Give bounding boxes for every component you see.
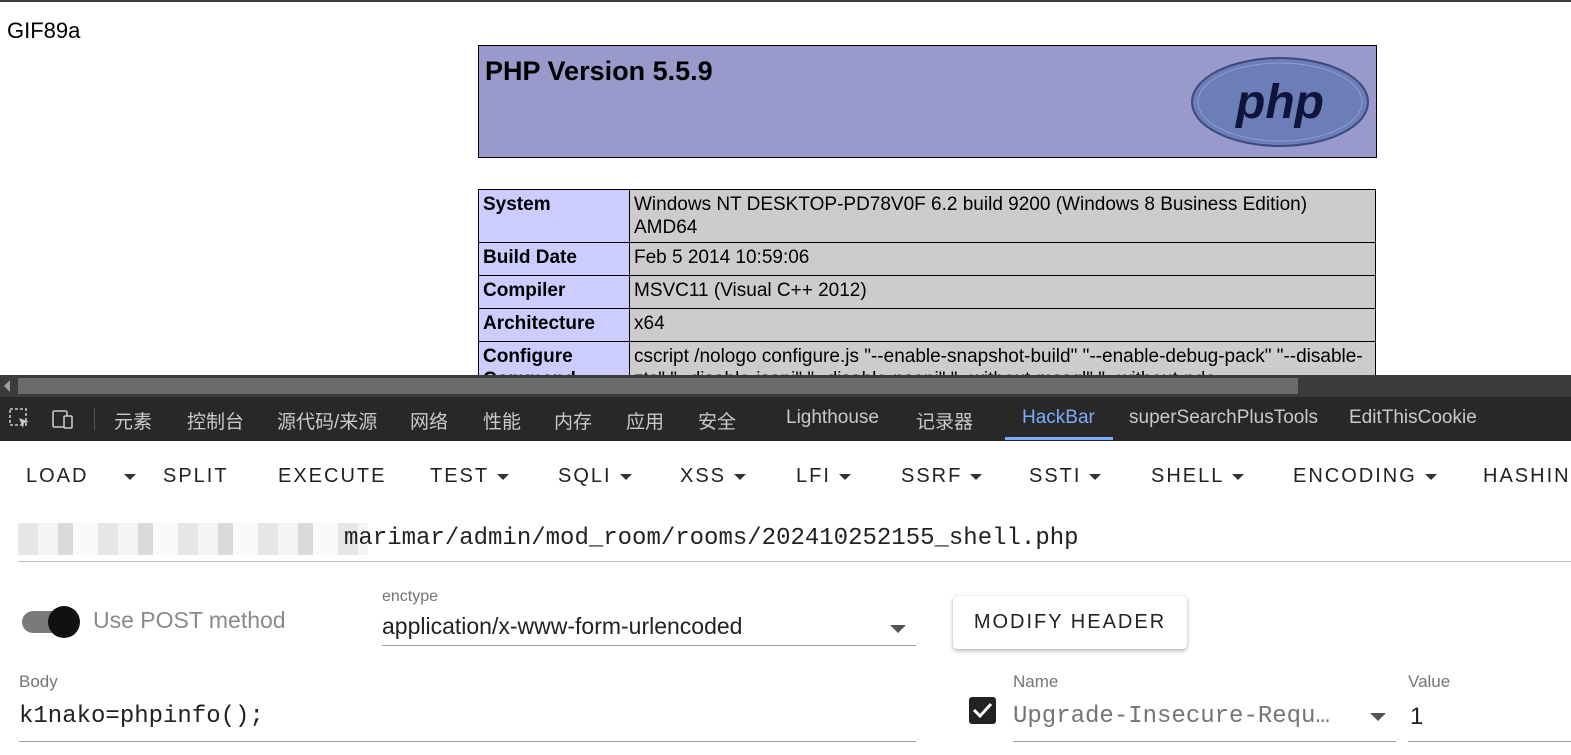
ssti-menu-button[interactable]: SSTI xyxy=(1029,465,1102,488)
devtools-tab[interactable]: HackBar xyxy=(1022,407,1095,429)
info-table-row: Architecture x64 xyxy=(478,308,1376,342)
device-toolbar-icon[interactable] xyxy=(50,407,74,431)
header-name-label: Name xyxy=(1013,672,1059,691)
info-key-cell: Configure Command xyxy=(478,341,630,375)
page-viewport: GIF89a PHP Version 5.5.9 php System Windo… xyxy=(0,0,1571,375)
chevron-down-icon xyxy=(838,473,851,480)
chevron-down-icon xyxy=(497,473,510,480)
chevron-down-icon xyxy=(619,473,632,480)
devtools-tab[interactable]: superSearchPlusTools xyxy=(1129,407,1318,429)
info-value-cell: cscript /nologo configure.js "--enable-s… xyxy=(629,341,1376,375)
modify-header-button[interactable]: MODIFY HEADER xyxy=(953,596,1187,649)
php-logo-icon: php xyxy=(1191,57,1369,147)
devtools-tab-bar: 元素 控制台 源代码/来源 网络 性能 内存 应用 安全 Lighthouse 记录器 HackBa… xyxy=(0,397,1571,441)
info-value-cell: x64 xyxy=(629,308,1376,342)
test-menu-button[interactable]: TEST xyxy=(430,465,510,488)
execute-button[interactable]: EXECUTE xyxy=(278,465,386,488)
php-version-banner: PHP Version 5.5.9 php xyxy=(478,45,1377,158)
devtools-tab[interactable]: 性能 xyxy=(483,407,521,434)
chevron-down-icon xyxy=(124,473,136,480)
info-table-row: Build Date Feb 5 2014 10:59:06 xyxy=(478,242,1376,276)
header-name-value: Upgrade-Insecure-Requ… xyxy=(1013,703,1330,730)
info-value-cell: Feb 5 2014 10:59:06 xyxy=(629,242,1376,276)
chevron-down-icon xyxy=(970,473,983,480)
shell-menu-button[interactable]: SHELL xyxy=(1151,465,1245,488)
lfi-menu-button[interactable]: LFI xyxy=(796,465,851,488)
toolbar-divider xyxy=(94,408,95,430)
dropdown-arrow-icon xyxy=(1370,713,1386,721)
devtools-tab[interactable]: Lighthouse xyxy=(786,407,879,429)
devtools-tab[interactable]: 元素 xyxy=(114,407,152,434)
enctype-label: enctype xyxy=(382,588,439,605)
header-name-select[interactable]: Upgrade-Insecure-Requ… xyxy=(1013,695,1396,742)
devtools-tab[interactable]: 源代码/来源 xyxy=(277,407,377,434)
php-info-table: System Windows NT DESKTOP-PD78V0F 6.2 bui… xyxy=(478,189,1376,375)
info-value-cell: MSVC11 (Visual C++ 2012) xyxy=(629,275,1376,309)
devtools-tab[interactable]: 网络 xyxy=(410,407,448,434)
info-key-cell: Build Date xyxy=(478,242,630,276)
post-method-label: Use POST method xyxy=(93,607,286,633)
sqli-menu-button[interactable]: SQLI xyxy=(558,465,632,488)
header-value-text: 1 xyxy=(1410,703,1424,730)
info-key-cell: Architecture xyxy=(478,308,630,342)
info-value-cell: Windows NT DESKTOP-PD78V0F 6.2 build 920… xyxy=(629,189,1376,243)
scrollbar-thumb[interactable] xyxy=(18,378,1298,394)
load-button[interactable]: LOAD xyxy=(26,465,88,488)
chevron-down-icon xyxy=(1424,473,1437,480)
devtools-tab[interactable]: 内存 xyxy=(554,407,592,434)
body-label: Body xyxy=(19,672,58,691)
scroll-left-arrow-icon[interactable] xyxy=(4,380,10,392)
enctype-select[interactable]: application/x-www-form-urlencoded xyxy=(382,609,916,646)
body-input[interactable]: k1nako=phpinfo(); xyxy=(19,695,916,742)
enctype-value: application/x-www-form-urlencoded xyxy=(382,613,743,639)
checkmark-icon xyxy=(972,702,993,719)
info-key-cell: System xyxy=(478,189,630,243)
header-enable-checkbox[interactable] xyxy=(969,697,996,724)
devtools-tab[interactable]: EditThisCookie xyxy=(1349,407,1477,429)
info-table-row: Compiler MSVC11 (Visual C++ 2012) xyxy=(478,275,1376,309)
gif-header-text: GIF89a xyxy=(7,18,81,43)
chevron-down-icon xyxy=(1232,473,1245,480)
devtools-tab[interactable]: 安全 xyxy=(698,407,736,434)
info-table-row: System Windows NT DESKTOP-PD78V0F 6.2 bui… xyxy=(478,189,1376,243)
info-key-cell: Compiler xyxy=(478,275,630,309)
chevron-down-icon xyxy=(1089,473,1102,480)
hackbar-panel: LOAD SPLIT EXECUTE TEST SQLI XSS LFI SSR… xyxy=(0,441,1571,755)
url-input[interactable]: marimar/admin/mod_room/rooms/20241025215… xyxy=(18,521,1571,562)
php-version-title: PHP Version 5.5.9 xyxy=(485,56,713,86)
php-logo-text: php xyxy=(1234,76,1324,129)
devtools-tab[interactable]: 记录器 xyxy=(916,407,973,434)
header-value-input[interactable]: 1 xyxy=(1408,695,1571,742)
chevron-down-icon xyxy=(734,473,747,480)
ssrf-menu-button[interactable]: SSRF xyxy=(901,465,983,488)
xss-menu-button[interactable]: XSS xyxy=(680,465,747,488)
devtools-tab[interactable]: 应用 xyxy=(626,407,664,434)
dropdown-arrow-icon xyxy=(890,625,906,633)
split-button[interactable]: SPLIT xyxy=(163,465,229,488)
encoding-menu-button[interactable]: ENCODING xyxy=(1293,465,1437,488)
url-input-text: marimar/admin/mod_room/rooms/20241025215… xyxy=(344,525,1079,552)
inspect-element-icon[interactable] xyxy=(8,407,32,431)
load-dropdown-toggle[interactable] xyxy=(116,465,136,488)
redacted-url-host xyxy=(18,523,368,555)
horizontal-scrollbar[interactable] xyxy=(0,375,1571,397)
info-table-row: Configure Commandcscript /nologo configu… xyxy=(478,341,1376,375)
devtools-tab[interactable]: 控制台 xyxy=(187,407,244,434)
post-method-toggle-knob[interactable] xyxy=(48,606,80,638)
body-input-text: k1nako=phpinfo(); xyxy=(19,703,264,730)
hashing-menu-button[interactable]: HASHIN xyxy=(1483,465,1571,488)
header-value-label: Value xyxy=(1408,672,1451,691)
active-tab-indicator xyxy=(1005,437,1113,440)
